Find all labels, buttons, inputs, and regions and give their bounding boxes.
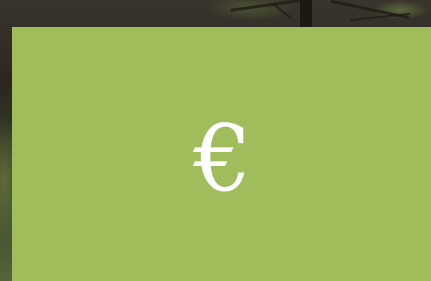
euro-icon: € (193, 105, 252, 212)
branch (272, 2, 292, 20)
tree-trunk (300, 0, 312, 28)
euro-card[interactable]: € (12, 27, 431, 281)
screen: € (0, 0, 431, 281)
branch (230, 0, 300, 12)
